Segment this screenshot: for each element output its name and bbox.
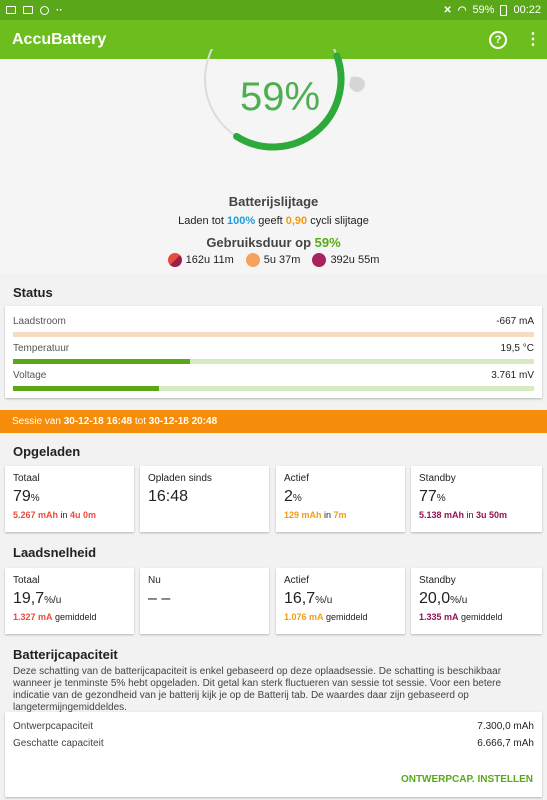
notification-icons: ··: [6, 5, 63, 16]
charge-percent: 59%: [239, 75, 321, 119]
wear-cycles: 0,90: [285, 215, 308, 227]
wear-charge-level: 100%: [227, 215, 256, 227]
rate-active-card: Actief 16,7%/u 1.076 mA gemiddeld: [276, 568, 405, 634]
sync-icon: [40, 5, 49, 15]
capacity-description: Deze schatting van de batterijcapaciteit…: [13, 666, 502, 713]
capacity-title: Batterijcapaciteit: [13, 647, 118, 662]
status-title: Status: [13, 285, 53, 300]
mute-icon: ✕: [443, 4, 452, 16]
session-banner: Sessie van 30-12-18 16:48 tot 30-12-18 2…: [0, 410, 547, 433]
status-row-current: Laadstroom -667 mA: [13, 310, 534, 337]
status-row-temperature: Temperatuur 19,5 °C: [13, 337, 534, 364]
help-icon[interactable]: ?: [489, 30, 507, 49]
charge-rate-title: Laadsnelheid: [13, 545, 97, 560]
estimated-capacity-row: Geschatte capaciteit 6.666,7 mAh: [13, 738, 534, 749]
charging-since-card: Opladen sinds 16:48: [140, 466, 269, 532]
usage-screen-on: 162u 11m: [167, 253, 234, 267]
screen-on-icon: [167, 253, 182, 267]
charged-total-card: Totaal 79% 5.267 mAh in 4u 0m: [5, 466, 134, 532]
sun-icon: [245, 253, 260, 267]
rate-now-card: Nu – –: [140, 568, 269, 634]
status-card: Laadstroom -667 mA Temperatuur 19,5 °C V…: [5, 306, 542, 398]
design-capacity-row: Ontwerpcapaciteit 7.300,0 mAh: [13, 721, 534, 732]
charged-active-card: Actief 2% 129 mAh in 7m: [276, 466, 405, 532]
status-row-voltage: Voltage 3.761 mV: [13, 364, 534, 391]
battery-icon: [500, 4, 508, 16]
more-notifications-icon: ··: [56, 4, 63, 16]
usage-title: Gebruiksduur op 59%: [206, 235, 341, 250]
set-design-capacity-button[interactable]: ONTWERPCAP. INSTELLEN: [401, 774, 533, 785]
app-title: AccuBattery: [12, 30, 107, 48]
wear-title: Batterijslijtage: [228, 194, 319, 209]
video-icon: [23, 6, 33, 14]
gallery-icon: [6, 6, 16, 14]
charged-title: Opgeladen: [13, 444, 81, 459]
usage-times: 162u 11m 5u 37m 392u 55m: [0, 253, 547, 267]
usage-screen-off: 5u 37m: [245, 253, 300, 267]
sleep-icon: [312, 253, 327, 267]
rate-total-card: Totaal 19,7%/u 1.327 mA gemiddeld: [5, 568, 134, 634]
charged-standby-card: Standby 77% 5.138 mAh in 3u 50m: [411, 466, 542, 532]
battery-percent: 59%: [472, 4, 495, 16]
overflow-menu-icon[interactable]: ⋮: [525, 31, 541, 48]
capacity-card: Ontwerpcapaciteit 7.300,0 mAh Geschatte …: [5, 712, 542, 797]
voltage-bar: [13, 386, 534, 391]
clock: 00:22: [513, 4, 541, 16]
system-status-bar: ·· ✕ ◠ 59% 00:22: [0, 0, 547, 20]
usage-sleep: 392u 55m: [312, 253, 379, 267]
charge-overview: 59% Batterijslijtage Laden tot 100% geef…: [0, 49, 547, 274]
rate-standby-card: Standby 20,0%/u 1.335 mA gemiddeld: [411, 568, 542, 634]
wifi-icon: ◠: [457, 4, 467, 16]
wear-description: Laden tot 100% geeft 0,90 cycli slijtage: [178, 215, 369, 227]
